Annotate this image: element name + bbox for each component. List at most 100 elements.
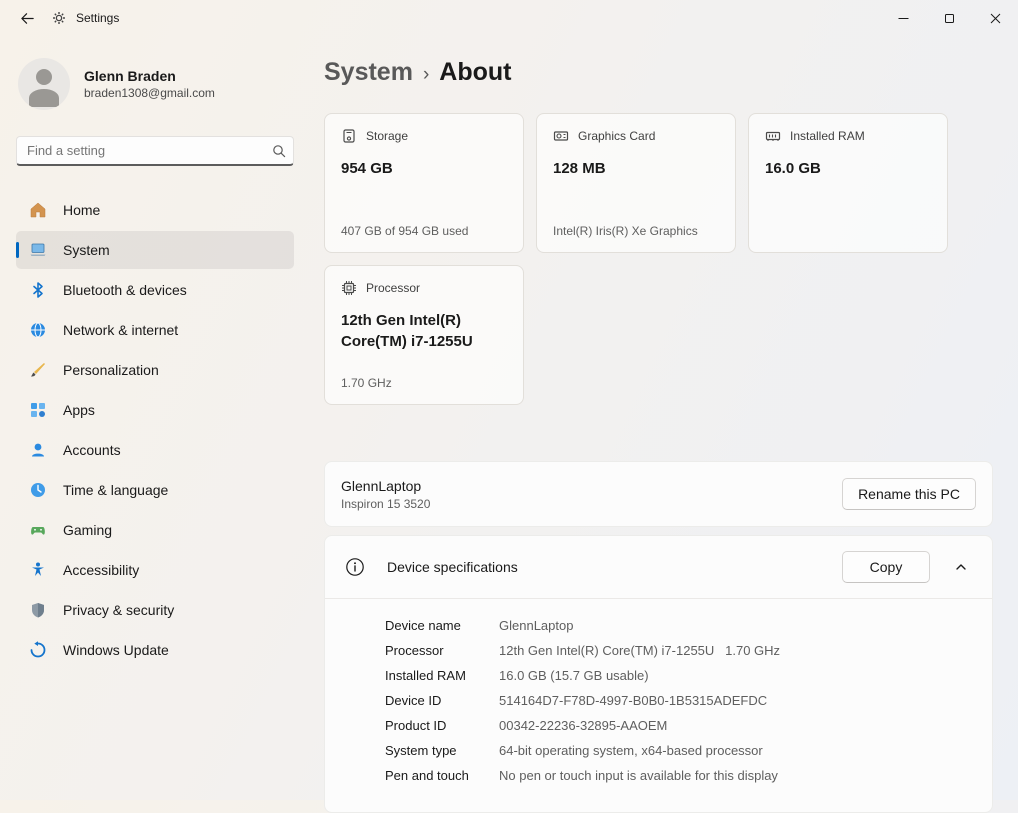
system-icon <box>28 241 47 259</box>
spec-label: Processor <box>385 638 499 663</box>
device-specifications-panel: Device specifications Copy Device name G… <box>324 535 993 813</box>
graphics-card-icon <box>553 128 569 144</box>
breadcrumb: System › About <box>324 58 993 87</box>
rename-pc-button[interactable]: Rename this PC <box>842 478 976 510</box>
apps-icon <box>28 401 47 419</box>
spec-row-pen-touch: Pen and touch No pen or touch input is a… <box>385 763 976 788</box>
spec-row-installed-ram: Installed RAM 16.0 GB (15.7 GB usable) <box>385 663 976 688</box>
storage-icon <box>341 128 357 144</box>
sidebar-item-label: Personalization <box>63 362 159 378</box>
main-content: System › About Storage 954 GB 407 GB of … <box>324 36 993 800</box>
chevron-up-icon[interactable] <box>946 552 976 582</box>
device-name: GlennLaptop <box>341 478 430 494</box>
sidebar-item-system[interactable]: System <box>16 231 294 269</box>
breadcrumb-system[interactable]: System <box>324 58 413 87</box>
titlebar: Settings <box>0 0 1018 36</box>
spec-row-processor: Processor 12th Gen Intel(R) Core(TM) i7-… <box>385 638 976 663</box>
device-model: Inspiron 15 3520 <box>341 497 430 511</box>
device-info: GlennLaptop Inspiron 15 3520 <box>341 478 430 511</box>
sidebar-item-label: System <box>63 242 110 258</box>
window-controls <box>880 0 1018 36</box>
card-value: 16.0 GB <box>765 158 931 179</box>
bluetooth-icon <box>28 281 47 299</box>
sidebar-item-label: Network & internet <box>63 322 178 338</box>
card-label: Graphics Card <box>578 129 655 143</box>
accounts-icon <box>28 441 47 459</box>
sidebar-item-windows-update[interactable]: Windows Update <box>16 631 294 669</box>
network-icon <box>28 321 47 339</box>
specs-actions: Copy <box>842 551 976 583</box>
sidebar-nav: Home System Bluetooth & devices Network … <box>16 190 294 670</box>
back-button[interactable] <box>8 3 46 33</box>
breadcrumb-separator-icon: › <box>423 64 429 86</box>
privacy-security-icon <box>28 601 47 619</box>
sidebar-item-bluetooth-devices[interactable]: Bluetooth & devices <box>16 271 294 309</box>
user-profile[interactable]: Glenn Braden braden1308@gmail.com <box>18 58 294 110</box>
processor-card: Processor 12th Gen Intel(R) Core(TM) i7-… <box>324 265 524 405</box>
close-icon[interactable] <box>972 0 1018 36</box>
person-avatar-icon <box>18 58 70 110</box>
search-box <box>16 136 294 166</box>
card-label: Installed RAM <box>790 129 865 143</box>
search-icon <box>272 144 286 158</box>
card-value: 954 GB <box>341 158 507 179</box>
ram-icon <box>765 128 781 144</box>
sidebar: Glenn Braden braden1308@gmail.com Home S… <box>0 36 310 800</box>
info-icon <box>345 557 365 577</box>
copy-button[interactable]: Copy <box>842 551 930 583</box>
spec-label: System type <box>385 738 499 763</box>
sidebar-item-personalization[interactable]: Personalization <box>16 351 294 389</box>
graphics-card-card: Graphics Card 128 MB Intel(R) Iris(R) Xe… <box>536 113 736 253</box>
sidebar-item-apps[interactable]: Apps <box>16 391 294 429</box>
sidebar-item-accessibility[interactable]: Accessibility <box>16 551 294 589</box>
home-icon <box>28 201 47 219</box>
sidebar-item-gaming[interactable]: Gaming <box>16 511 294 549</box>
storage-card: Storage 954 GB 407 GB of 954 GB used <box>324 113 524 253</box>
spec-row-device-name: Device name GlennLaptop <box>385 613 976 638</box>
spec-row-system-type: System type 64-bit operating system, x64… <box>385 738 976 763</box>
user-text: Glenn Braden braden1308@gmail.com <box>84 68 215 100</box>
card-detail: 1.70 GHz <box>341 376 507 390</box>
spec-label: Device ID <box>385 688 499 713</box>
installed-ram-card: Installed RAM 16.0 GB <box>748 113 948 253</box>
specs-title: Device specifications <box>387 559 518 575</box>
sidebar-item-label: Time & language <box>63 482 168 498</box>
card-detail: 407 GB of 954 GB used <box>341 224 507 238</box>
gaming-icon <box>28 521 47 539</box>
sidebar-item-label: Gaming <box>63 522 112 538</box>
device-specifications-expander[interactable]: Device specifications Copy <box>325 536 992 598</box>
sidebar-item-network-internet[interactable]: Network & internet <box>16 311 294 349</box>
sidebar-item-label: Windows Update <box>63 642 169 658</box>
spec-value: 64-bit operating system, x64-based proce… <box>499 738 763 763</box>
sidebar-item-time-language[interactable]: Time & language <box>16 471 294 509</box>
sidebar-item-label: Bluetooth & devices <box>63 282 187 298</box>
search-input[interactable] <box>16 136 294 166</box>
card-value: 128 MB <box>553 158 719 179</box>
personalization-icon <box>28 361 47 379</box>
spec-value: 00342-22236-32895-AAOEM <box>499 713 667 738</box>
card-label: Processor <box>366 281 420 295</box>
accessibility-icon <box>28 561 47 579</box>
spec-label: Installed RAM <box>385 663 499 688</box>
card-detail: Intel(R) Iris(R) Xe Graphics <box>553 224 719 238</box>
specs-table: Device name GlennLaptop Processor 12th G… <box>325 599 992 794</box>
sidebar-item-home[interactable]: Home <box>16 191 294 229</box>
sidebar-item-label: Privacy & security <box>63 602 174 618</box>
spec-value: 12th Gen Intel(R) Core(TM) i7-1255U 1.70… <box>499 638 780 663</box>
sidebar-item-privacy-security[interactable]: Privacy & security <box>16 591 294 629</box>
spec-label: Device name <box>385 613 499 638</box>
sidebar-item-label: Apps <box>63 402 95 418</box>
sidebar-item-accounts[interactable]: Accounts <box>16 431 294 469</box>
spec-value: 16.0 GB (15.7 GB usable) <box>499 663 649 688</box>
spec-value: GlennLaptop <box>499 613 573 638</box>
spec-label: Product ID <box>385 713 499 738</box>
maximize-icon[interactable] <box>926 0 972 36</box>
user-name: Glenn Braden <box>84 68 215 84</box>
card-label: Storage <box>366 129 408 143</box>
time-language-icon <box>28 481 47 499</box>
back-arrow-icon <box>20 11 35 26</box>
minimize-icon[interactable] <box>880 0 926 36</box>
device-name-panel: GlennLaptop Inspiron 15 3520 Rename this… <box>324 461 993 527</box>
spec-value: No pen or touch input is available for t… <box>499 763 778 788</box>
settings-gear-icon <box>52 11 66 25</box>
